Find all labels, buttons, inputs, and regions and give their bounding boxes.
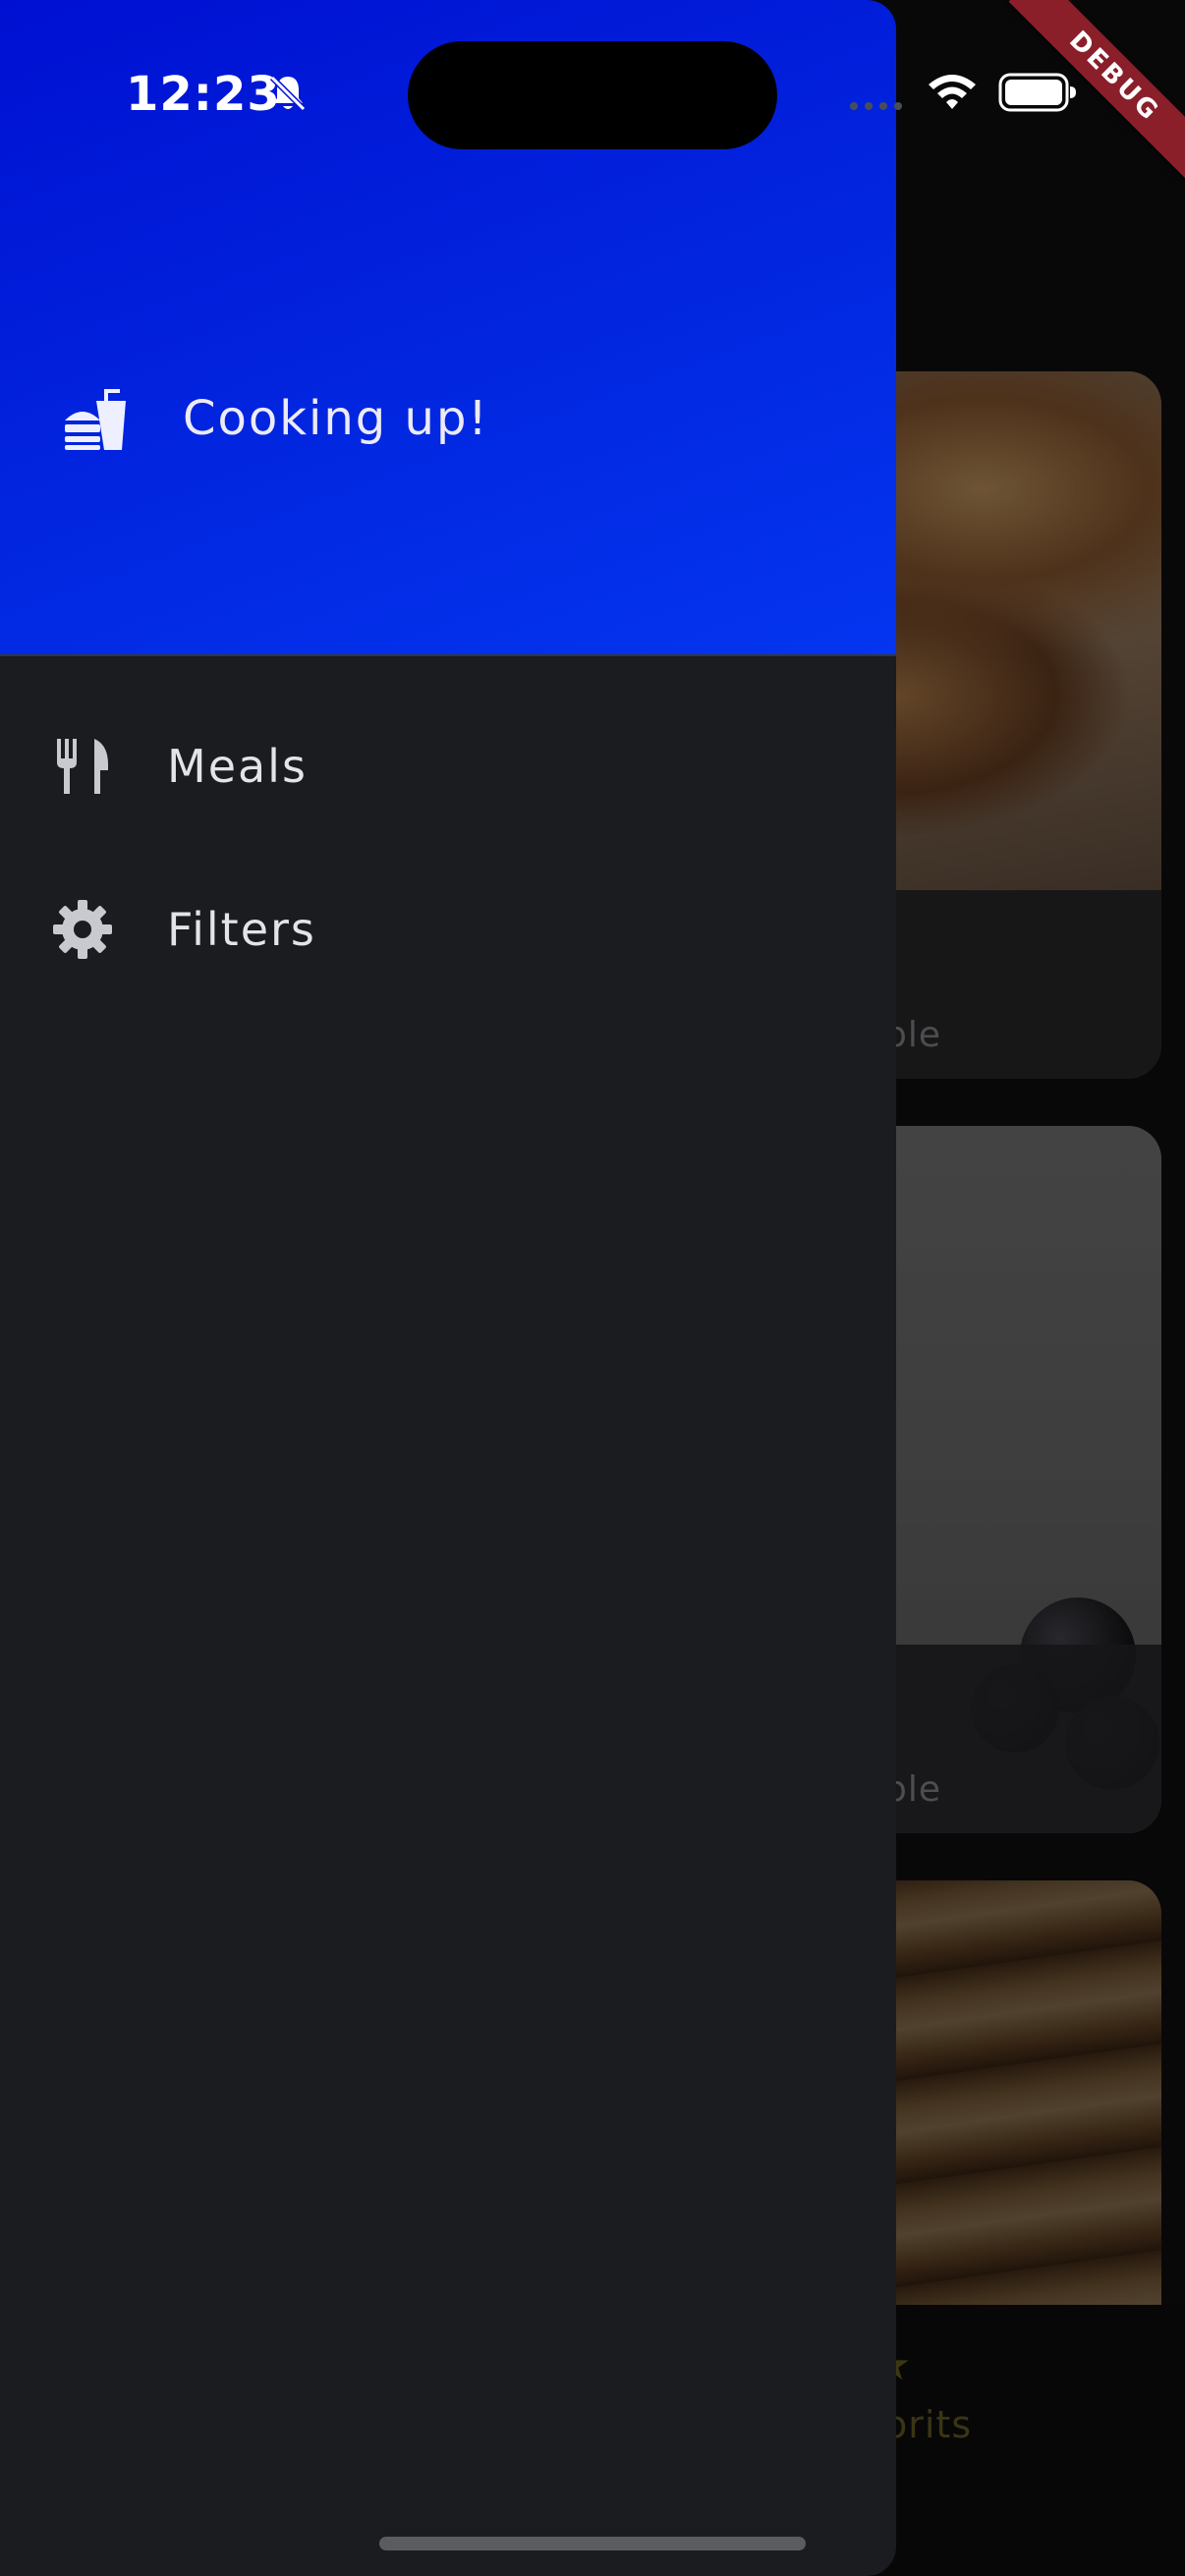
home-indicator[interactable]: [379, 2537, 806, 2550]
settings-icon: [53, 900, 112, 959]
screen: ple ple ★ orits DEBUG: [0, 0, 1185, 2576]
status-time: 12:23: [126, 67, 281, 122]
drawer-title: Cooking up!: [183, 391, 489, 446]
fastfood-icon: [65, 389, 126, 450]
restaurant-icon: [57, 739, 108, 794]
drawer-item-filters[interactable]: Filters: [0, 855, 896, 1002]
battery-icon: [998, 73, 1076, 112]
drawer-item-meals[interactable]: Meals: [0, 692, 896, 839]
bell-slash-icon: [269, 75, 307, 112]
dynamic-island: [408, 41, 777, 149]
wifi-icon: [929, 75, 976, 109]
drawer-item-label: Meals: [167, 740, 308, 793]
navigation-drawer: Cooking up! Meals Filters: [0, 0, 896, 2576]
cellular-signal-icon: [850, 102, 902, 110]
drawer-item-label: Filters: [167, 903, 316, 956]
